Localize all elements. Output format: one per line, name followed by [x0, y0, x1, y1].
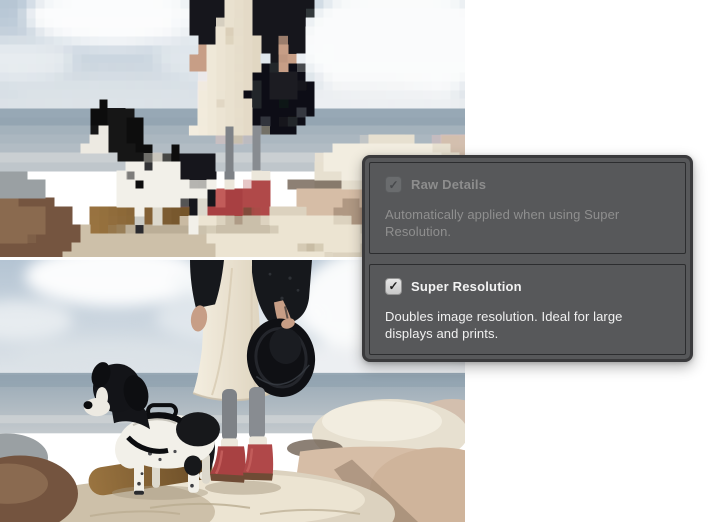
raw-details-description: Automatically applied when using Super R… — [385, 207, 620, 239]
super-resolution-label: Super Resolution — [411, 278, 522, 294]
raw-details-option: ✓ Raw Details Automatically applied when… — [369, 162, 686, 254]
super-resolution-option[interactable]: ✓ Super Resolution Doubles image resolut… — [369, 263, 686, 355]
raw-details-checkbox: ✓ — [385, 176, 402, 193]
enhance-options-panel: ✓ Raw Details Automatically applied when… — [362, 155, 693, 362]
checkmark-icon: ✓ — [388, 279, 399, 293]
super-resolution-description: Doubles image resolution. Ideal for larg… — [385, 308, 623, 341]
super-resolution-checkbox[interactable]: ✓ — [385, 277, 402, 295]
checkmark-icon: ✓ — [388, 177, 399, 192]
raw-details-label: Raw Details — [411, 177, 487, 192]
